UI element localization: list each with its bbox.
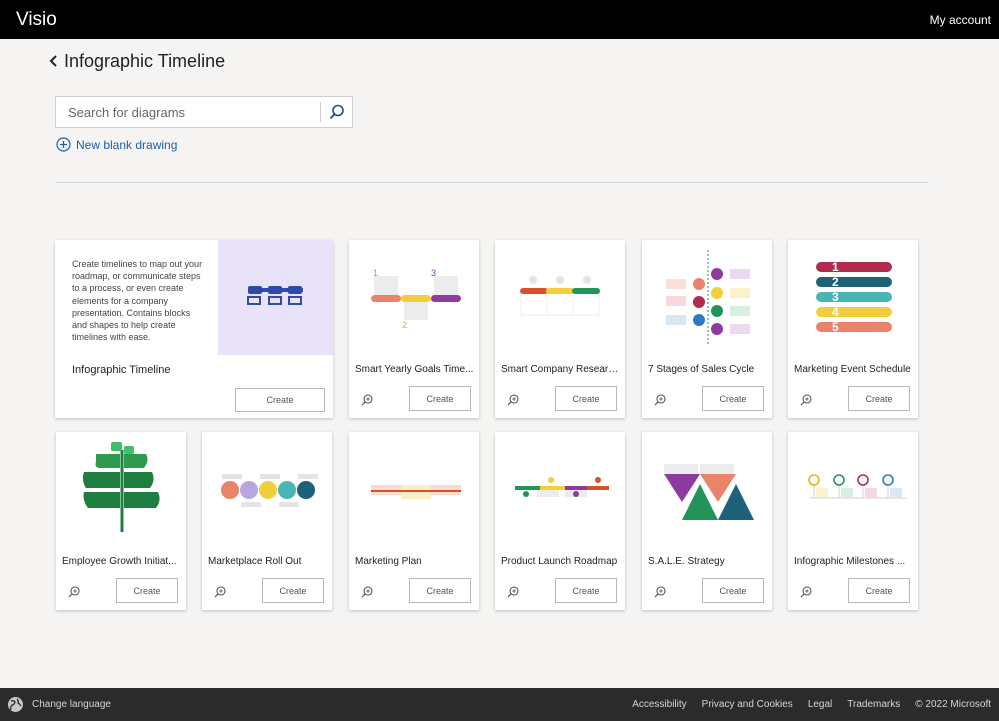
card-3-marker-2: 2	[832, 275, 839, 289]
template-title: S.A.L.E. Strategy	[648, 556, 725, 567]
card-3-marker-5: 5	[832, 320, 839, 334]
template-card-smart-yearly-goals[interactable]: 1 2 3 Smart Yearly Goals Time... Create	[349, 240, 479, 418]
template-title: Marketing Plan	[355, 556, 422, 567]
footer-link-accessibility[interactable]: Accessibility	[632, 699, 686, 710]
template-card-employee-growth-initiative[interactable]: Employee Growth Initiat... Create	[56, 432, 186, 610]
featured-thumbnail	[218, 240, 333, 355]
template-title: Employee Growth Initiat...	[62, 556, 177, 567]
top-bar: Visio My account	[0, 0, 999, 39]
create-button[interactable]: Create	[116, 578, 178, 603]
template-thumbnail	[221, 474, 318, 507]
template-title: Product Launch Roadmap	[501, 556, 618, 567]
featured-title: Infographic Timeline	[72, 364, 171, 376]
zoom-icon[interactable]	[799, 585, 813, 599]
create-button[interactable]: Create	[262, 578, 324, 603]
template-card-marketing-plan[interactable]: Marketing Plan Create	[349, 432, 479, 610]
search-box	[55, 96, 353, 128]
featured-template-card: Create timelines to map out your roadmap…	[55, 240, 333, 418]
card-0-marker-1: 1	[373, 268, 378, 278]
footer-link-trademarks[interactable]: Trademarks	[847, 699, 900, 710]
search-divider	[320, 102, 321, 122]
template-thumbnail	[666, 250, 750, 344]
page-title: Infographic Timeline	[64, 50, 226, 71]
search-input[interactable]	[56, 97, 320, 127]
template-thumbnail	[371, 485, 461, 499]
create-button[interactable]: Create	[702, 386, 764, 411]
create-button[interactable]: Create	[555, 578, 617, 603]
zoom-icon[interactable]	[360, 393, 374, 407]
template-thumbnail	[515, 477, 609, 497]
app-name: Visio	[16, 9, 57, 30]
card-3-marker-4: 4	[832, 305, 839, 319]
template-title: Smart Company Researc...	[501, 364, 621, 375]
create-button[interactable]: Create	[409, 578, 471, 603]
new-blank-drawing-label: New blank drawing	[76, 137, 178, 152]
footer-links: Accessibility Privacy and Cookies Legal …	[617, 699, 991, 710]
create-button[interactable]: Create	[555, 386, 617, 411]
footer: Change language Accessibility Privacy an…	[0, 688, 999, 721]
template-title: Smart Yearly Goals Time...	[355, 364, 474, 375]
create-button[interactable]: Create	[848, 578, 910, 603]
template-card-smart-company-research[interactable]: Smart Company Researc... Create	[495, 240, 625, 418]
template-card-marketplace-roll-out[interactable]: Marketplace Roll Out Create	[202, 432, 332, 610]
globe-icon	[8, 697, 23, 712]
template-title: Infographic Milestones ...	[794, 556, 906, 567]
template-title: 7 Stages of Sales Cycle	[648, 364, 755, 375]
template-thumbnail	[82, 442, 160, 532]
card-0-marker-2: 2	[402, 320, 407, 330]
zoom-icon[interactable]	[67, 585, 81, 599]
card-3-marker-3: 3	[832, 290, 839, 304]
template-card-product-launch-roadmap[interactable]: Product Launch Roadmap Create	[495, 432, 625, 610]
copyright: © 2022 Microsoft	[915, 699, 991, 710]
create-button[interactable]: Create	[848, 386, 910, 411]
featured-description: Create timelines to map out your roadmap…	[72, 259, 203, 343]
template-thumbnail	[664, 464, 754, 520]
template-card-7-stages-of-sales-cycle[interactable]: 7 Stages of Sales Cycle Create	[642, 240, 772, 418]
template-thumbnail: 1 2 3	[371, 268, 461, 330]
zoom-icon[interactable]	[360, 585, 374, 599]
back-chevron-icon	[49, 55, 57, 67]
footer-link-privacy[interactable]: Privacy and Cookies	[702, 699, 793, 710]
search-button[interactable]	[324, 100, 350, 124]
zoom-icon[interactable]	[213, 585, 227, 599]
template-card-marketing-event-schedule[interactable]: 1 2 3 4 5 Marketing Event Schedule Creat…	[788, 240, 918, 418]
template-title: Marketing Event Schedule	[794, 364, 911, 375]
footer-link-legal[interactable]: Legal	[808, 699, 832, 710]
create-button[interactable]: Create	[409, 386, 471, 411]
search-icon	[329, 104, 344, 120]
create-button[interactable]: Create	[702, 578, 764, 603]
back-button[interactable]: Infographic Timeline	[48, 49, 225, 73]
card-3-marker-1: 1	[832, 260, 839, 274]
featured-create-button[interactable]: Create	[235, 388, 325, 412]
zoom-icon[interactable]	[506, 585, 520, 599]
card-0-marker-3: 3	[431, 268, 436, 278]
zoom-icon[interactable]	[653, 393, 667, 407]
featured-thumbnail-art	[247, 286, 303, 305]
section-divider	[55, 182, 929, 183]
plus-circle-icon	[56, 137, 71, 152]
my-account-link[interactable]: My account	[930, 13, 991, 27]
template-thumbnail	[808, 474, 906, 499]
template-title: Marketplace Roll Out	[208, 556, 302, 567]
zoom-icon[interactable]	[799, 393, 813, 407]
template-card-infographic-milestones[interactable]: Infographic Milestones ... Create	[788, 432, 918, 610]
template-card-sale-strategy[interactable]: S.A.L.E. Strategy Create	[642, 432, 772, 610]
zoom-icon[interactable]	[506, 393, 520, 407]
new-blank-drawing-link[interactable]: New blank drawing	[56, 137, 177, 152]
zoom-icon[interactable]	[653, 585, 667, 599]
template-thumbnail	[520, 276, 600, 316]
template-thumbnail: 1 2 3 4 5	[816, 260, 892, 334]
change-language-link[interactable]: Change language	[32, 699, 111, 710]
